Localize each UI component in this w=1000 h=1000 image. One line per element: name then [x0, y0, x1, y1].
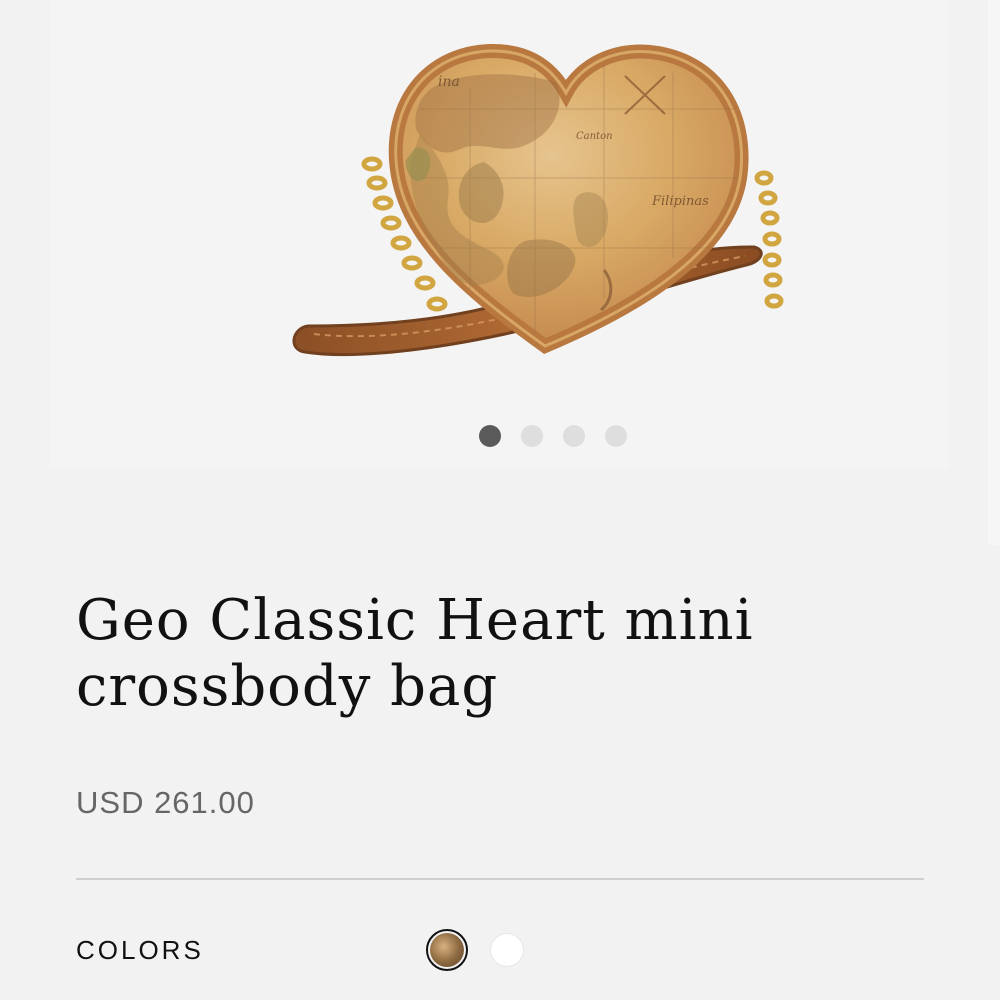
next-image-preview	[988, 0, 1000, 545]
gallery-pagination	[479, 425, 627, 447]
white-color-icon	[491, 934, 523, 966]
svg-text:ina: ina	[438, 74, 460, 90]
product-price: USD 261.00	[76, 785, 255, 820]
colors-label: COLORS	[76, 935, 204, 965]
color-swatch-white[interactable]	[486, 929, 528, 971]
gallery-dot-1[interactable]	[479, 425, 501, 447]
product-image: ina Filipinas Canton	[292, 43, 784, 357]
svg-text:Canton: Canton	[576, 131, 613, 142]
gallery-dot-2[interactable]	[521, 425, 543, 447]
color-swatches	[426, 929, 528, 971]
section-divider	[76, 878, 924, 880]
svg-text:Filipinas: Filipinas	[651, 194, 709, 209]
product-gallery[interactable]: ina Filipinas Canton	[50, 0, 948, 468]
product-page: ina Filipinas Canton Geo Classic Heart m…	[0, 0, 1000, 1000]
gold-chain-right	[754, 170, 784, 309]
gallery-dot-3[interactable]	[563, 425, 585, 447]
product-title: Geo Classic Heart mini crossbody bag	[76, 588, 754, 719]
gallery-dot-4[interactable]	[605, 425, 627, 447]
color-swatch-geo-classic[interactable]	[426, 929, 468, 971]
geo-classic-color-icon	[430, 933, 464, 967]
